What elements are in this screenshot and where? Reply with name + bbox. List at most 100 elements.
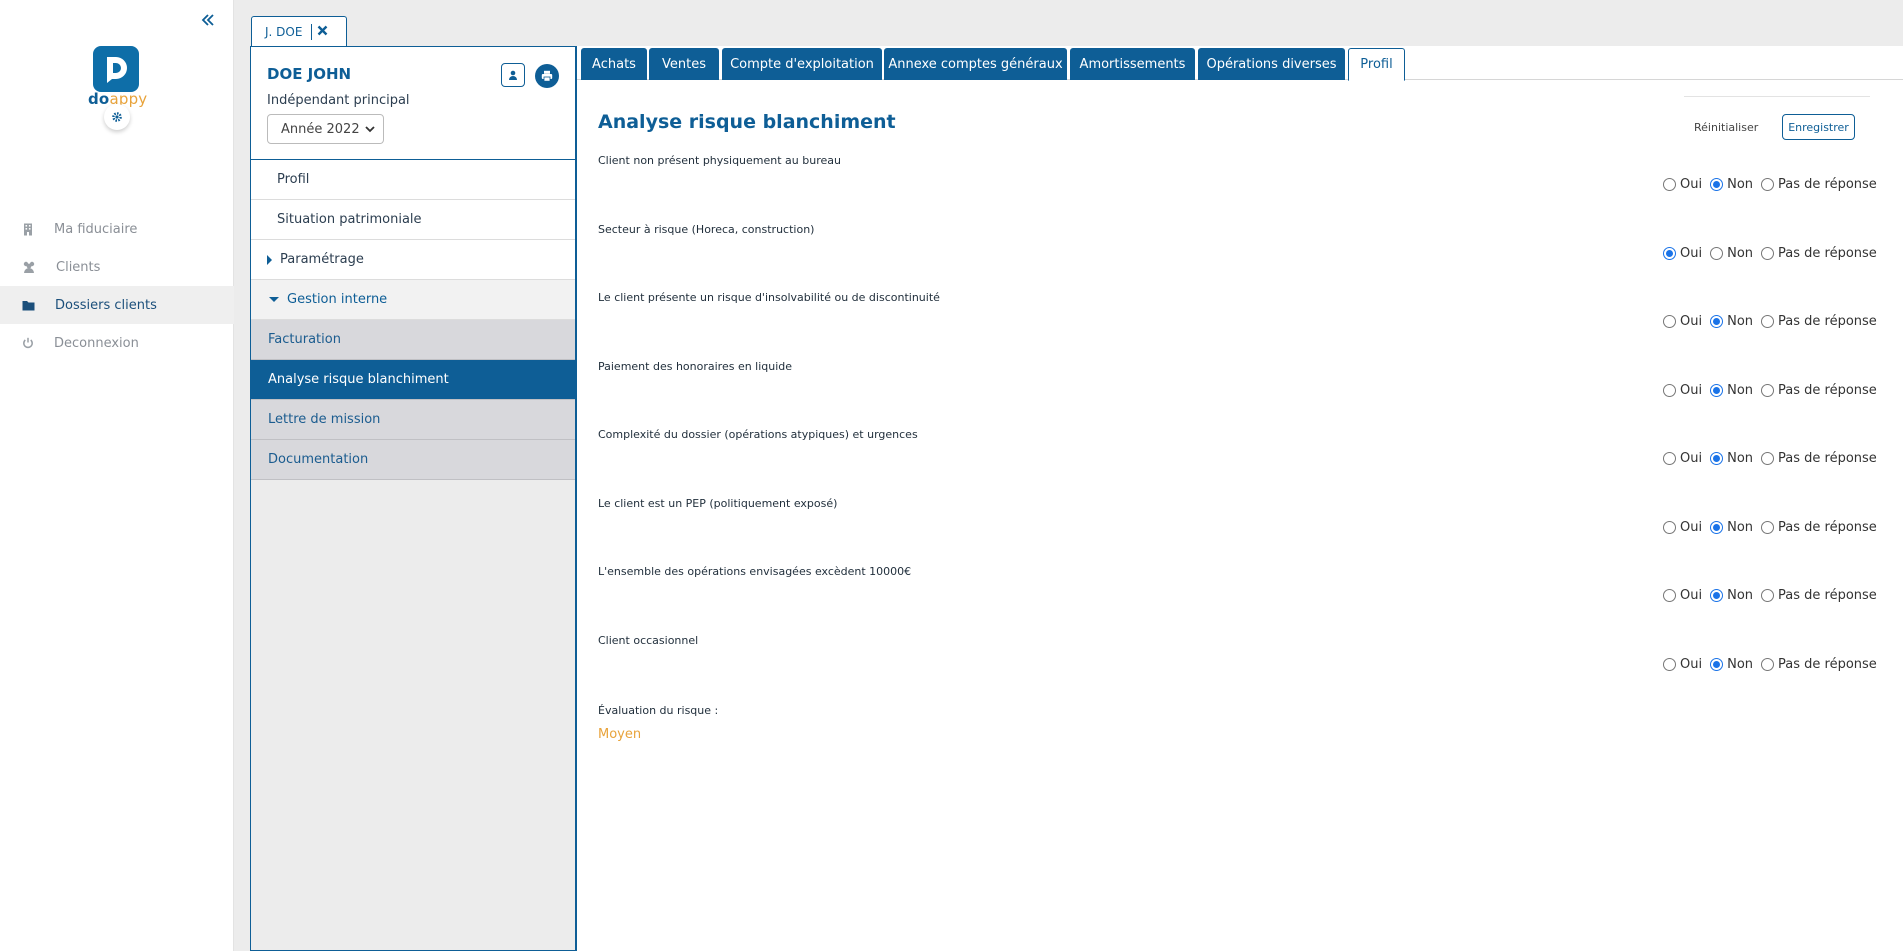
radio-option-no[interactable]: Non [1710, 520, 1753, 535]
radio-no[interactable] [1710, 589, 1724, 602]
answer-radio-group: Oui Non Pas de réponse [1663, 246, 1877, 261]
collapse-sidebar-icon[interactable] [200, 12, 220, 34]
radio-no[interactable] [1710, 452, 1724, 465]
radio-no[interactable] [1710, 383, 1724, 397]
menu-item-profil[interactable]: Profil [251, 160, 575, 200]
menu-item-situation-patrimoniale[interactable]: Situation patrimoniale [251, 200, 575, 240]
radio-label: Non [1727, 519, 1754, 535]
radio-none[interactable] [1761, 452, 1775, 465]
menu-item-documentation[interactable]: Documentation [251, 440, 575, 480]
menu-item-gestion-interne[interactable]: Gestion interne [251, 280, 575, 320]
year-select[interactable]: Année 2022 [267, 114, 384, 144]
radio-label: Non [1727, 177, 1754, 192]
radio-yes[interactable] [1663, 315, 1676, 328]
radio-yes[interactable] [1663, 452, 1676, 465]
caret-down-icon [269, 297, 279, 302]
radio-option-none[interactable]: Pas de réponse [1761, 520, 1877, 535]
question-label: Complexité du dossier (opérations atypiq… [598, 428, 918, 441]
page-title: Analyse risque blanchiment [598, 111, 896, 133]
radio-option-none[interactable]: Pas de réponse [1761, 246, 1877, 261]
question-label: Le client est un PEP (politiquement expo… [598, 496, 838, 510]
radio-option-no[interactable]: Non [1710, 451, 1753, 466]
radio-label: Non [1727, 588, 1754, 603]
answer-radio-group: Oui Non Pas de réponse [1663, 588, 1877, 603]
radio-option-yes[interactable]: Oui [1663, 588, 1702, 603]
radio-option-none[interactable]: Pas de réponse [1761, 657, 1877, 672]
radio-none[interactable] [1761, 315, 1775, 328]
radio-none[interactable] [1761, 178, 1775, 191]
question-label: L'ensemble des opérations envisagées exc… [598, 565, 912, 578]
radio-option-yes[interactable]: Oui [1663, 177, 1702, 192]
client-tab-separator [311, 23, 313, 40]
radio-option-yes[interactable]: Oui [1663, 314, 1702, 329]
tab-annexe-comptes-generaux[interactable]: Annexe comptes généraux [884, 48, 1067, 80]
doappy-logo[interactable] [93, 46, 139, 92]
nav-item-dossiers-clients[interactable]: Dossiers clients [0, 286, 234, 324]
radio-label: Oui [1680, 656, 1703, 672]
radio-option-yes[interactable]: Oui [1663, 451, 1702, 466]
radio-label: Pas de réponse [1778, 382, 1877, 398]
radio-option-none[interactable]: Pas de réponse [1761, 383, 1877, 398]
radio-label: Oui [1680, 519, 1703, 535]
save-button[interactable]: Enregistrer [1782, 114, 1855, 140]
radio-option-yes[interactable]: Oui [1663, 657, 1702, 672]
radio-none[interactable] [1761, 589, 1775, 602]
user-profile-button[interactable] [501, 63, 525, 87]
tab-achats[interactable]: Achats [581, 48, 647, 80]
radio-option-none[interactable]: Pas de réponse [1761, 177, 1877, 192]
header-divider [1684, 96, 1870, 97]
radio-no[interactable] [1710, 520, 1724, 534]
tab-amortissements[interactable]: Amortissements [1070, 48, 1195, 80]
menu-item-lettre-de-mission[interactable]: Lettre de mission [251, 400, 575, 440]
radio-label: Pas de réponse [1778, 519, 1877, 535]
tab-profil[interactable]: Profil [1348, 48, 1405, 81]
radio-yes[interactable] [1663, 383, 1676, 397]
tab-operations-diverses[interactable]: Opérations diverses [1198, 48, 1345, 80]
radio-option-no[interactable]: Non [1710, 588, 1753, 603]
radio-none[interactable] [1761, 520, 1775, 534]
radio-option-yes[interactable]: Oui [1663, 246, 1702, 261]
radio-option-yes[interactable]: Oui [1663, 520, 1702, 535]
radio-option-none[interactable]: Pas de réponse [1761, 451, 1877, 466]
radio-label: Non [1727, 245, 1754, 261]
radio-no[interactable] [1710, 315, 1724, 328]
radio-option-no[interactable]: Non [1710, 383, 1753, 398]
radio-option-yes[interactable]: Oui [1663, 383, 1702, 398]
tab-compte-exploitation[interactable]: Compte d'exploitation [722, 48, 882, 80]
radio-none[interactable] [1761, 246, 1775, 260]
radio-option-no[interactable]: Non [1710, 657, 1753, 672]
nav-item-clients[interactable]: Clients [0, 248, 234, 286]
answer-radio-group: Oui Non Pas de réponse [1663, 177, 1877, 192]
radio-yes[interactable] [1663, 246, 1676, 260]
radio-yes[interactable] [1663, 520, 1676, 534]
print-button[interactable] [535, 64, 559, 88]
menu-item-parametrage[interactable]: Paramétrage [251, 240, 575, 280]
menu-item-analyse-risque-blanchiment[interactable]: Analyse risque blanchiment [251, 360, 575, 400]
radio-none[interactable] [1761, 383, 1775, 397]
settings-gear-icon[interactable] [104, 104, 130, 130]
radio-label: Oui [1680, 314, 1703, 329]
reset-button[interactable]: Réinitialiser [1694, 114, 1758, 140]
radio-no[interactable] [1710, 657, 1724, 671]
client-tab[interactable]: J. DOE [251, 16, 347, 46]
tab-ventes[interactable]: Ventes [649, 48, 719, 80]
radio-option-none[interactable]: Pas de réponse [1761, 314, 1877, 329]
radio-label: Pas de réponse [1778, 245, 1877, 261]
radio-option-no[interactable]: Non [1710, 246, 1753, 261]
dossier-subtitle: Indépendant principal [267, 93, 410, 108]
nav-item-ma-fiduciaire[interactable]: Ma fiduciaire [0, 210, 234, 248]
nav-item-deconnexion[interactable]: Deconnexion [0, 324, 234, 362]
radio-option-none[interactable]: Pas de réponse [1761, 588, 1877, 603]
close-icon[interactable] [317, 25, 328, 39]
radio-yes[interactable] [1663, 178, 1676, 191]
radio-none[interactable] [1761, 657, 1775, 671]
radio-no[interactable] [1710, 178, 1724, 191]
radio-yes[interactable] [1663, 657, 1676, 671]
radio-option-no[interactable]: Non [1710, 177, 1753, 192]
radio-option-no[interactable]: Non [1710, 314, 1753, 329]
question-label: Secteur à risque (Horeca, construction) [598, 222, 815, 236]
risk-evaluation-value: Moyen [598, 727, 642, 742]
radio-yes[interactable] [1663, 589, 1676, 602]
menu-item-facturation[interactable]: Facturation [251, 320, 575, 360]
radio-no[interactable] [1710, 246, 1724, 260]
